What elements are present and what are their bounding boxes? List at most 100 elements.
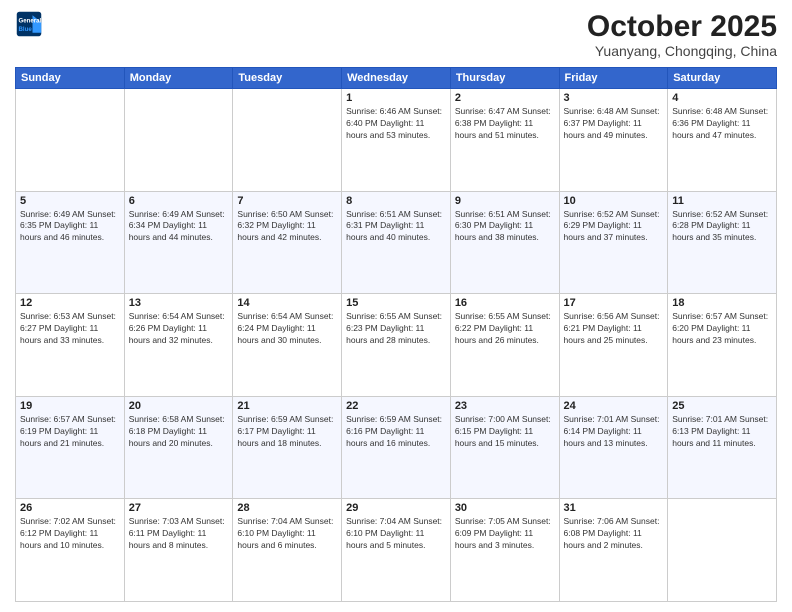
calendar-cell: 9 Sunrise: 6:51 AM Sunset: 6:30 PM Daylig… xyxy=(450,191,559,294)
calendar-cell: 6 Sunrise: 6:49 AM Sunset: 6:34 PM Daylig… xyxy=(124,191,233,294)
calendar-subtitle: Yuanyang, Chongqing, China xyxy=(587,43,777,59)
day-number: 13 xyxy=(129,297,229,309)
day-number: 6 xyxy=(129,195,229,207)
day-info: Sunrise: 7:04 AM Sunset: 6:10 PM Dayligh… xyxy=(346,516,446,552)
calendar-cell: 27 Sunrise: 7:03 AM Sunset: 6:11 PM Dayli… xyxy=(124,499,233,602)
day-info: Sunrise: 7:03 AM Sunset: 6:11 PM Dayligh… xyxy=(129,516,229,552)
week-row-2: 12 Sunrise: 6:53 AM Sunset: 6:27 PM Dayli… xyxy=(16,294,777,397)
day-number: 10 xyxy=(564,195,664,207)
calendar-cell: 24 Sunrise: 7:01 AM Sunset: 6:14 PM Dayli… xyxy=(559,396,668,499)
day-info: Sunrise: 6:54 AM Sunset: 6:24 PM Dayligh… xyxy=(237,311,337,347)
week-row-1: 5Sunrise: 6:49 AM Sunset: 6:35 PM Daylig… xyxy=(16,191,777,294)
weekday-header-friday: Friday xyxy=(559,68,668,89)
calendar-cell: 28 Sunrise: 7:04 AM Sunset: 6:10 PM Dayli… xyxy=(233,499,342,602)
day-number: 1 xyxy=(346,92,446,104)
calendar-cell: 1 Sunrise: 6:46 AM Sunset: 6:40 PM Daylig… xyxy=(342,89,451,192)
week-row-3: 19 Sunrise: 6:57 AM Sunset: 6:19 PM Dayli… xyxy=(16,396,777,499)
day-info: Sunrise: 6:57 AM Sunset: 6:20 PM Dayligh… xyxy=(672,311,772,347)
day-number: 7 xyxy=(237,195,337,207)
day-number: 17 xyxy=(564,297,664,309)
day-info: Sunrise: 6:51 AM Sunset: 6:31 PM Dayligh… xyxy=(346,209,446,245)
day-info: Sunrise: 6:49 AM Sunset: 6:34 PM Dayligh… xyxy=(129,209,229,245)
day-info: Sunrise: 7:01 AM Sunset: 6:13 PM Dayligh… xyxy=(672,414,772,450)
calendar-table: SundayMondayTuesdayWednesdayThursdayFrid… xyxy=(15,67,777,602)
calendar-cell: 19 Sunrise: 6:57 AM Sunset: 6:19 PM Dayli… xyxy=(16,396,125,499)
weekday-header-saturday: Saturday xyxy=(668,68,777,89)
day-info: Sunrise: 6:59 AM Sunset: 6:16 PM Dayligh… xyxy=(346,414,446,450)
calendar-cell: 3 Sunrise: 6:48 AM Sunset: 6:37 PM Daylig… xyxy=(559,89,668,192)
weekday-header-wednesday: Wednesday xyxy=(342,68,451,89)
day-number: 25 xyxy=(672,400,772,412)
day-number: 20 xyxy=(129,400,229,412)
day-info: Sunrise: 7:06 AM Sunset: 6:08 PM Dayligh… xyxy=(564,516,664,552)
day-number: 5 xyxy=(20,195,120,207)
calendar-cell: 15 Sunrise: 6:55 AM Sunset: 6:23 PM Dayli… xyxy=(342,294,451,397)
day-number: 22 xyxy=(346,400,446,412)
calendar-cell: 20Sunrise: 6:58 AM Sunset: 6:18 PM Dayli… xyxy=(124,396,233,499)
weekday-header-row: SundayMondayTuesdayWednesdayThursdayFrid… xyxy=(16,68,777,89)
day-number: 4 xyxy=(672,92,772,104)
weekday-header-thursday: Thursday xyxy=(450,68,559,89)
week-row-0: 1 Sunrise: 6:46 AM Sunset: 6:40 PM Daylig… xyxy=(16,89,777,192)
day-number: 9 xyxy=(455,195,555,207)
calendar-cell: 31 Sunrise: 7:06 AM Sunset: 6:08 PM Dayli… xyxy=(559,499,668,602)
day-number: 19 xyxy=(20,400,120,412)
day-number: 15 xyxy=(346,297,446,309)
calendar-cell: 8 Sunrise: 6:51 AM Sunset: 6:31 PM Daylig… xyxy=(342,191,451,294)
day-number: 16 xyxy=(455,297,555,309)
day-info: Sunrise: 6:55 AM Sunset: 6:22 PM Dayligh… xyxy=(455,311,555,347)
day-info: Sunrise: 6:48 AM Sunset: 6:36 PM Dayligh… xyxy=(672,106,772,142)
svg-text:Blue: Blue xyxy=(19,26,33,33)
calendar-cell: 18 Sunrise: 6:57 AM Sunset: 6:20 PM Dayli… xyxy=(668,294,777,397)
day-number: 2 xyxy=(455,92,555,104)
day-number: 29 xyxy=(346,502,446,514)
day-number: 28 xyxy=(237,502,337,514)
day-number: 24 xyxy=(564,400,664,412)
day-info: Sunrise: 6:47 AM Sunset: 6:38 PM Dayligh… xyxy=(455,106,555,142)
day-number: 12 xyxy=(20,297,120,309)
day-info: Sunrise: 6:57 AM Sunset: 6:19 PM Dayligh… xyxy=(20,414,120,450)
weekday-header-monday: Monday xyxy=(124,68,233,89)
day-number: 18 xyxy=(672,297,772,309)
header: General Blue October 2025 Yuanyang, Chon… xyxy=(15,10,777,59)
day-info: Sunrise: 7:02 AM Sunset: 6:12 PM Dayligh… xyxy=(20,516,120,552)
day-info: Sunrise: 6:54 AM Sunset: 6:26 PM Dayligh… xyxy=(129,311,229,347)
day-number: 11 xyxy=(672,195,772,207)
calendar-cell: 21Sunrise: 6:59 AM Sunset: 6:17 PM Dayli… xyxy=(233,396,342,499)
day-info: Sunrise: 6:56 AM Sunset: 6:21 PM Dayligh… xyxy=(564,311,664,347)
day-number: 8 xyxy=(346,195,446,207)
day-number: 26 xyxy=(20,502,120,514)
day-number: 31 xyxy=(564,502,664,514)
calendar-cell: 5Sunrise: 6:49 AM Sunset: 6:35 PM Daylig… xyxy=(16,191,125,294)
day-info: Sunrise: 6:52 AM Sunset: 6:28 PM Dayligh… xyxy=(672,209,772,245)
day-info: Sunrise: 6:50 AM Sunset: 6:32 PM Dayligh… xyxy=(237,209,337,245)
calendar-cell: 30 Sunrise: 7:05 AM Sunset: 6:09 PM Dayli… xyxy=(450,499,559,602)
day-info: Sunrise: 7:01 AM Sunset: 6:14 PM Dayligh… xyxy=(564,414,664,450)
day-info: Sunrise: 6:46 AM Sunset: 6:40 PM Dayligh… xyxy=(346,106,446,142)
calendar-cell: 13 Sunrise: 6:54 AM Sunset: 6:26 PM Dayli… xyxy=(124,294,233,397)
day-info: Sunrise: 6:53 AM Sunset: 6:27 PM Dayligh… xyxy=(20,311,120,347)
day-number: 3 xyxy=(564,92,664,104)
day-number: 21 xyxy=(237,400,337,412)
day-number: 30 xyxy=(455,502,555,514)
calendar-cell: 4 Sunrise: 6:48 AM Sunset: 6:36 PM Daylig… xyxy=(668,89,777,192)
day-info: Sunrise: 7:05 AM Sunset: 6:09 PM Dayligh… xyxy=(455,516,555,552)
calendar-cell: 22 Sunrise: 6:59 AM Sunset: 6:16 PM Dayli… xyxy=(342,396,451,499)
calendar-cell xyxy=(16,89,125,192)
day-info: Sunrise: 6:48 AM Sunset: 6:37 PM Dayligh… xyxy=(564,106,664,142)
logo-icon: General Blue xyxy=(15,10,43,38)
day-number: 14 xyxy=(237,297,337,309)
calendar-cell: 10Sunrise: 6:52 AM Sunset: 6:29 PM Dayli… xyxy=(559,191,668,294)
calendar-cell: 23Sunrise: 7:00 AM Sunset: 6:15 PM Dayli… xyxy=(450,396,559,499)
title-block: October 2025 Yuanyang, Chongqing, China xyxy=(587,10,777,59)
day-info: Sunrise: 6:55 AM Sunset: 6:23 PM Dayligh… xyxy=(346,311,446,347)
day-number: 23 xyxy=(455,400,555,412)
day-number: 27 xyxy=(129,502,229,514)
calendar-page: General Blue October 2025 Yuanyang, Chon… xyxy=(0,0,792,612)
day-info: Sunrise: 7:04 AM Sunset: 6:10 PM Dayligh… xyxy=(237,516,337,552)
calendar-cell xyxy=(124,89,233,192)
day-info: Sunrise: 6:51 AM Sunset: 6:30 PM Dayligh… xyxy=(455,209,555,245)
calendar-cell: 12 Sunrise: 6:53 AM Sunset: 6:27 PM Dayli… xyxy=(16,294,125,397)
calendar-cell: 17 Sunrise: 6:56 AM Sunset: 6:21 PM Dayli… xyxy=(559,294,668,397)
calendar-cell: 7 Sunrise: 6:50 AM Sunset: 6:32 PM Daylig… xyxy=(233,191,342,294)
